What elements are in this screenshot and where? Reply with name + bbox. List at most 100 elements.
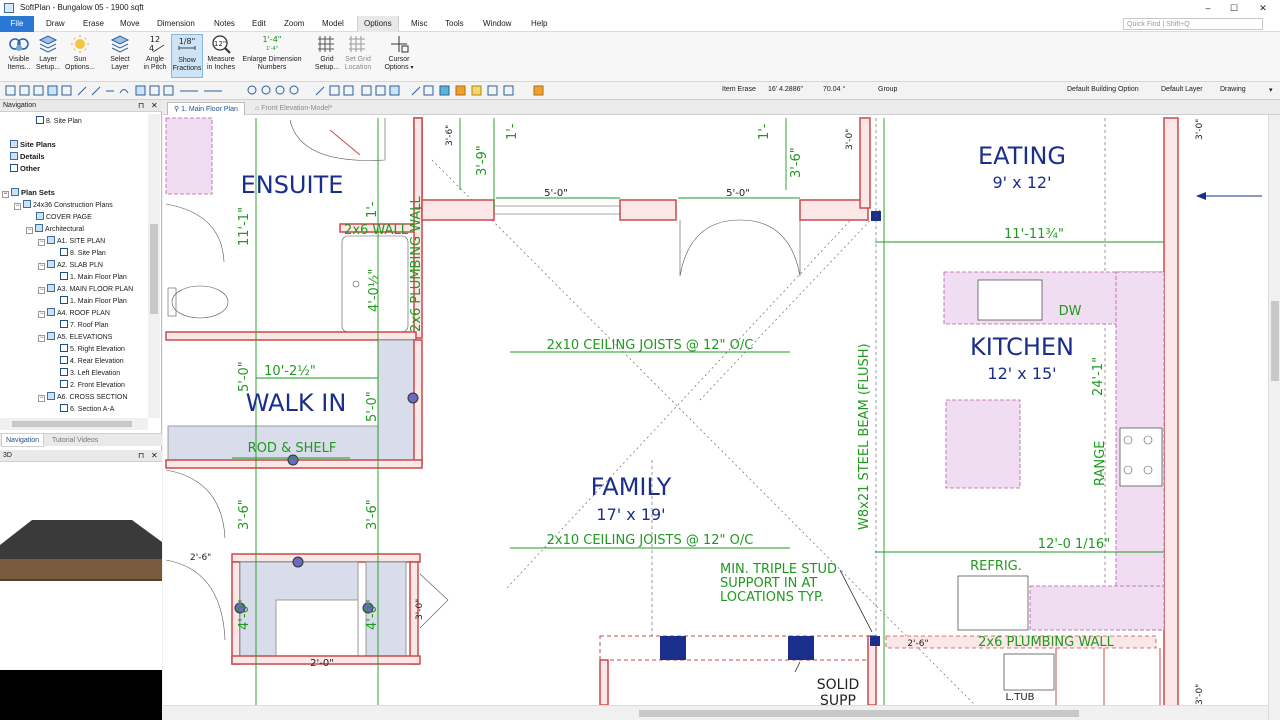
note-solid: SOLID — [817, 677, 860, 693]
tree-item[interactable]: 6. Section A-A — [60, 404, 114, 415]
tab-main-floor-plan[interactable]: ⚲ 1. Main Floor Plan — [167, 102, 245, 115]
tree-item[interactable]: 2. Front Elevation — [60, 380, 125, 391]
cursor-options-button[interactable]: Cursor Options ▾ — [381, 34, 417, 78]
set-grid-location-button[interactable]: Set Grid Location — [342, 34, 374, 78]
collapse-icon[interactable]: − — [38, 311, 45, 318]
tab-tutorial-videos[interactable]: Tutorial Videos — [48, 434, 102, 447]
canvas-horizontal-scrollbar[interactable] — [163, 705, 1268, 720]
measure-in-inches-button[interactable]: 12" Measure in Inches — [205, 34, 237, 78]
note-plumbing-wall: 2x6 PLUMBING WALL — [978, 635, 1114, 650]
close-button[interactable]: ✕ — [1250, 1, 1276, 15]
tree-item[interactable]: − A1. SITE PLAN — [38, 236, 105, 247]
3d-preview[interactable] — [0, 462, 162, 720]
collapse-icon[interactable]: − — [38, 335, 45, 342]
menu-draw[interactable]: Draw — [46, 19, 65, 28]
close-icon[interactable]: ✕ — [151, 100, 158, 112]
tree-item[interactable]: − A4. ROOF PLAN — [38, 308, 110, 319]
tree-item[interactable]: 1. Main Floor Plan — [60, 296, 127, 307]
menu-misc[interactable]: Misc — [411, 19, 427, 28]
tree-item[interactable]: −24x36 Construction Plans — [14, 200, 113, 211]
tree-horizontal-scrollbar[interactable] — [0, 418, 148, 430]
canvas-vertical-scrollbar[interactable] — [1268, 115, 1280, 720]
grid-setup-button[interactable]: Grid Setup... — [312, 34, 342, 78]
maximize-button[interactable]: ☐ — [1221, 1, 1247, 15]
collapse-icon[interactable]: − — [14, 203, 21, 210]
scroll-thumb[interactable] — [639, 710, 1079, 717]
drawing-canvas[interactable]: .wall { fill:#fbe7e7; stroke:#c94a4a; st… — [163, 115, 1268, 705]
fraction-icon: 1/8" — [178, 37, 196, 50]
menu-move[interactable]: Move — [120, 19, 140, 28]
tree-item[interactable]: 8. Site Plan — [36, 116, 82, 127]
sun-options-button[interactable]: Sun Options... — [63, 34, 97, 78]
enlarge-dimension-numbers-button[interactable]: 1'-4" 1'-4" Enlarge Dimension Numbers — [238, 34, 306, 78]
tree-item[interactable]: 7. Roof Plan — [60, 320, 109, 331]
tree-item[interactable]: Details — [10, 152, 45, 162]
tree-item[interactable]: 8. Site Plan — [60, 248, 106, 259]
pin-icon[interactable]: ⊓ — [138, 100, 144, 112]
dim-24-1: 24'-1" — [1091, 357, 1106, 396]
scroll-thumb[interactable] — [12, 421, 132, 427]
note-dw: DW — [1059, 304, 1082, 319]
menu-help[interactable]: Help — [531, 19, 547, 28]
pin-icon[interactable]: ⊓ — [138, 450, 144, 462]
tree-item[interactable]: 1. Main Floor Plan — [60, 272, 127, 283]
tree-item[interactable]: − A2. SLAB PLN — [38, 260, 103, 271]
visible-items-icon — [9, 38, 29, 51]
collapse-icon[interactable]: − — [26, 227, 33, 234]
floor-plan-drawing[interactable]: .wall { fill:#fbe7e7; stroke:#c94a4a; st… — [163, 115, 1268, 705]
grid-setup-icon — [318, 36, 334, 52]
toolbar-group[interactable]: Group — [878, 86, 897, 93]
show-fractions-button[interactable]: 1/8" Show Fractions — [171, 34, 203, 78]
toolbar-length[interactable]: 16' 4.2886" — [768, 86, 803, 93]
view-select-chevron-down-icon[interactable]: ▾ — [1269, 86, 1273, 94]
tree-item[interactable]: − Plan Sets — [2, 188, 55, 198]
collapse-icon[interactable]: − — [2, 191, 9, 198]
sun-icon — [71, 35, 89, 53]
dim-3-right-top: 3'-0" — [1195, 119, 1205, 140]
menu-zoom[interactable]: Zoom — [284, 19, 304, 28]
tree-item[interactable]: − A5. ELEVATIONS — [38, 332, 112, 343]
menu-dimension[interactable]: Dimension — [157, 19, 195, 28]
tree-item[interactable]: COVER PAGE — [36, 212, 92, 223]
menu-options[interactable]: Options — [364, 19, 392, 28]
tree-item[interactable]: − Architectural — [26, 224, 84, 235]
dim-3-9-top: 3'-9" — [475, 145, 490, 176]
close-icon[interactable]: ✕ — [151, 450, 158, 462]
menu-edit[interactable]: Edit — [252, 19, 266, 28]
dim-1-top-right: 1'- — [757, 123, 772, 140]
menu-file[interactable]: File — [0, 16, 34, 32]
scroll-thumb[interactable] — [150, 224, 158, 314]
tab-navigation[interactable]: Navigation — [1, 434, 45, 447]
select-layer-button[interactable]: Select Layer — [106, 34, 134, 78]
tab-front-elevation[interactable]: ⌂ Front Elevation-Model* — [249, 102, 338, 115]
menu-model[interactable]: Model — [322, 19, 344, 28]
collapse-icon[interactable]: − — [38, 239, 45, 246]
plan-icon — [60, 356, 68, 364]
tree-item[interactable]: 5. Right Elevation — [60, 344, 125, 355]
tree-item[interactable]: Site Plans — [10, 140, 56, 150]
minimize-button[interactable]: – — [1195, 1, 1221, 15]
toolbar-angle[interactable]: 70.04 ° — [823, 86, 845, 93]
view-select[interactable]: Drawing — [1220, 86, 1246, 93]
menu-erase[interactable]: Erase — [83, 19, 104, 28]
tree-item[interactable]: − A3. MAIN FLOOR PLAN — [38, 284, 133, 295]
menu-tools[interactable]: Tools — [445, 19, 464, 28]
menu-notes[interactable]: Notes — [214, 19, 235, 28]
tree-item[interactable]: Other — [10, 164, 40, 174]
tree-item[interactable]: 3. Left Elevation — [60, 368, 120, 379]
scroll-thumb[interactable] — [1271, 301, 1279, 381]
tree-item[interactable]: 4. Rear Elevation — [60, 356, 124, 367]
angle-in-pitch-button[interactable]: 12 4 Angle in Pitch — [140, 34, 170, 78]
layer-setup-button[interactable]: Layer Setup... — [34, 34, 62, 78]
toolbar-icons[interactable] — [4, 85, 584, 97]
tree-item[interactable]: − A6. CROSS SECTION — [38, 392, 127, 403]
menu-window[interactable]: Window — [483, 19, 511, 28]
collapse-icon[interactable]: − — [38, 287, 45, 294]
quick-find-input[interactable]: Quick Find | Shift+Q — [1123, 18, 1263, 30]
layer-select[interactable]: Default Layer — [1161, 86, 1203, 93]
visible-items-button[interactable]: Visible Items... — [4, 34, 34, 78]
collapse-icon[interactable]: − — [38, 395, 45, 402]
building-option-select[interactable]: Default Building Option — [1067, 86, 1139, 93]
collapse-icon[interactable]: − — [38, 263, 45, 270]
tree-vertical-scrollbar[interactable] — [148, 114, 160, 418]
